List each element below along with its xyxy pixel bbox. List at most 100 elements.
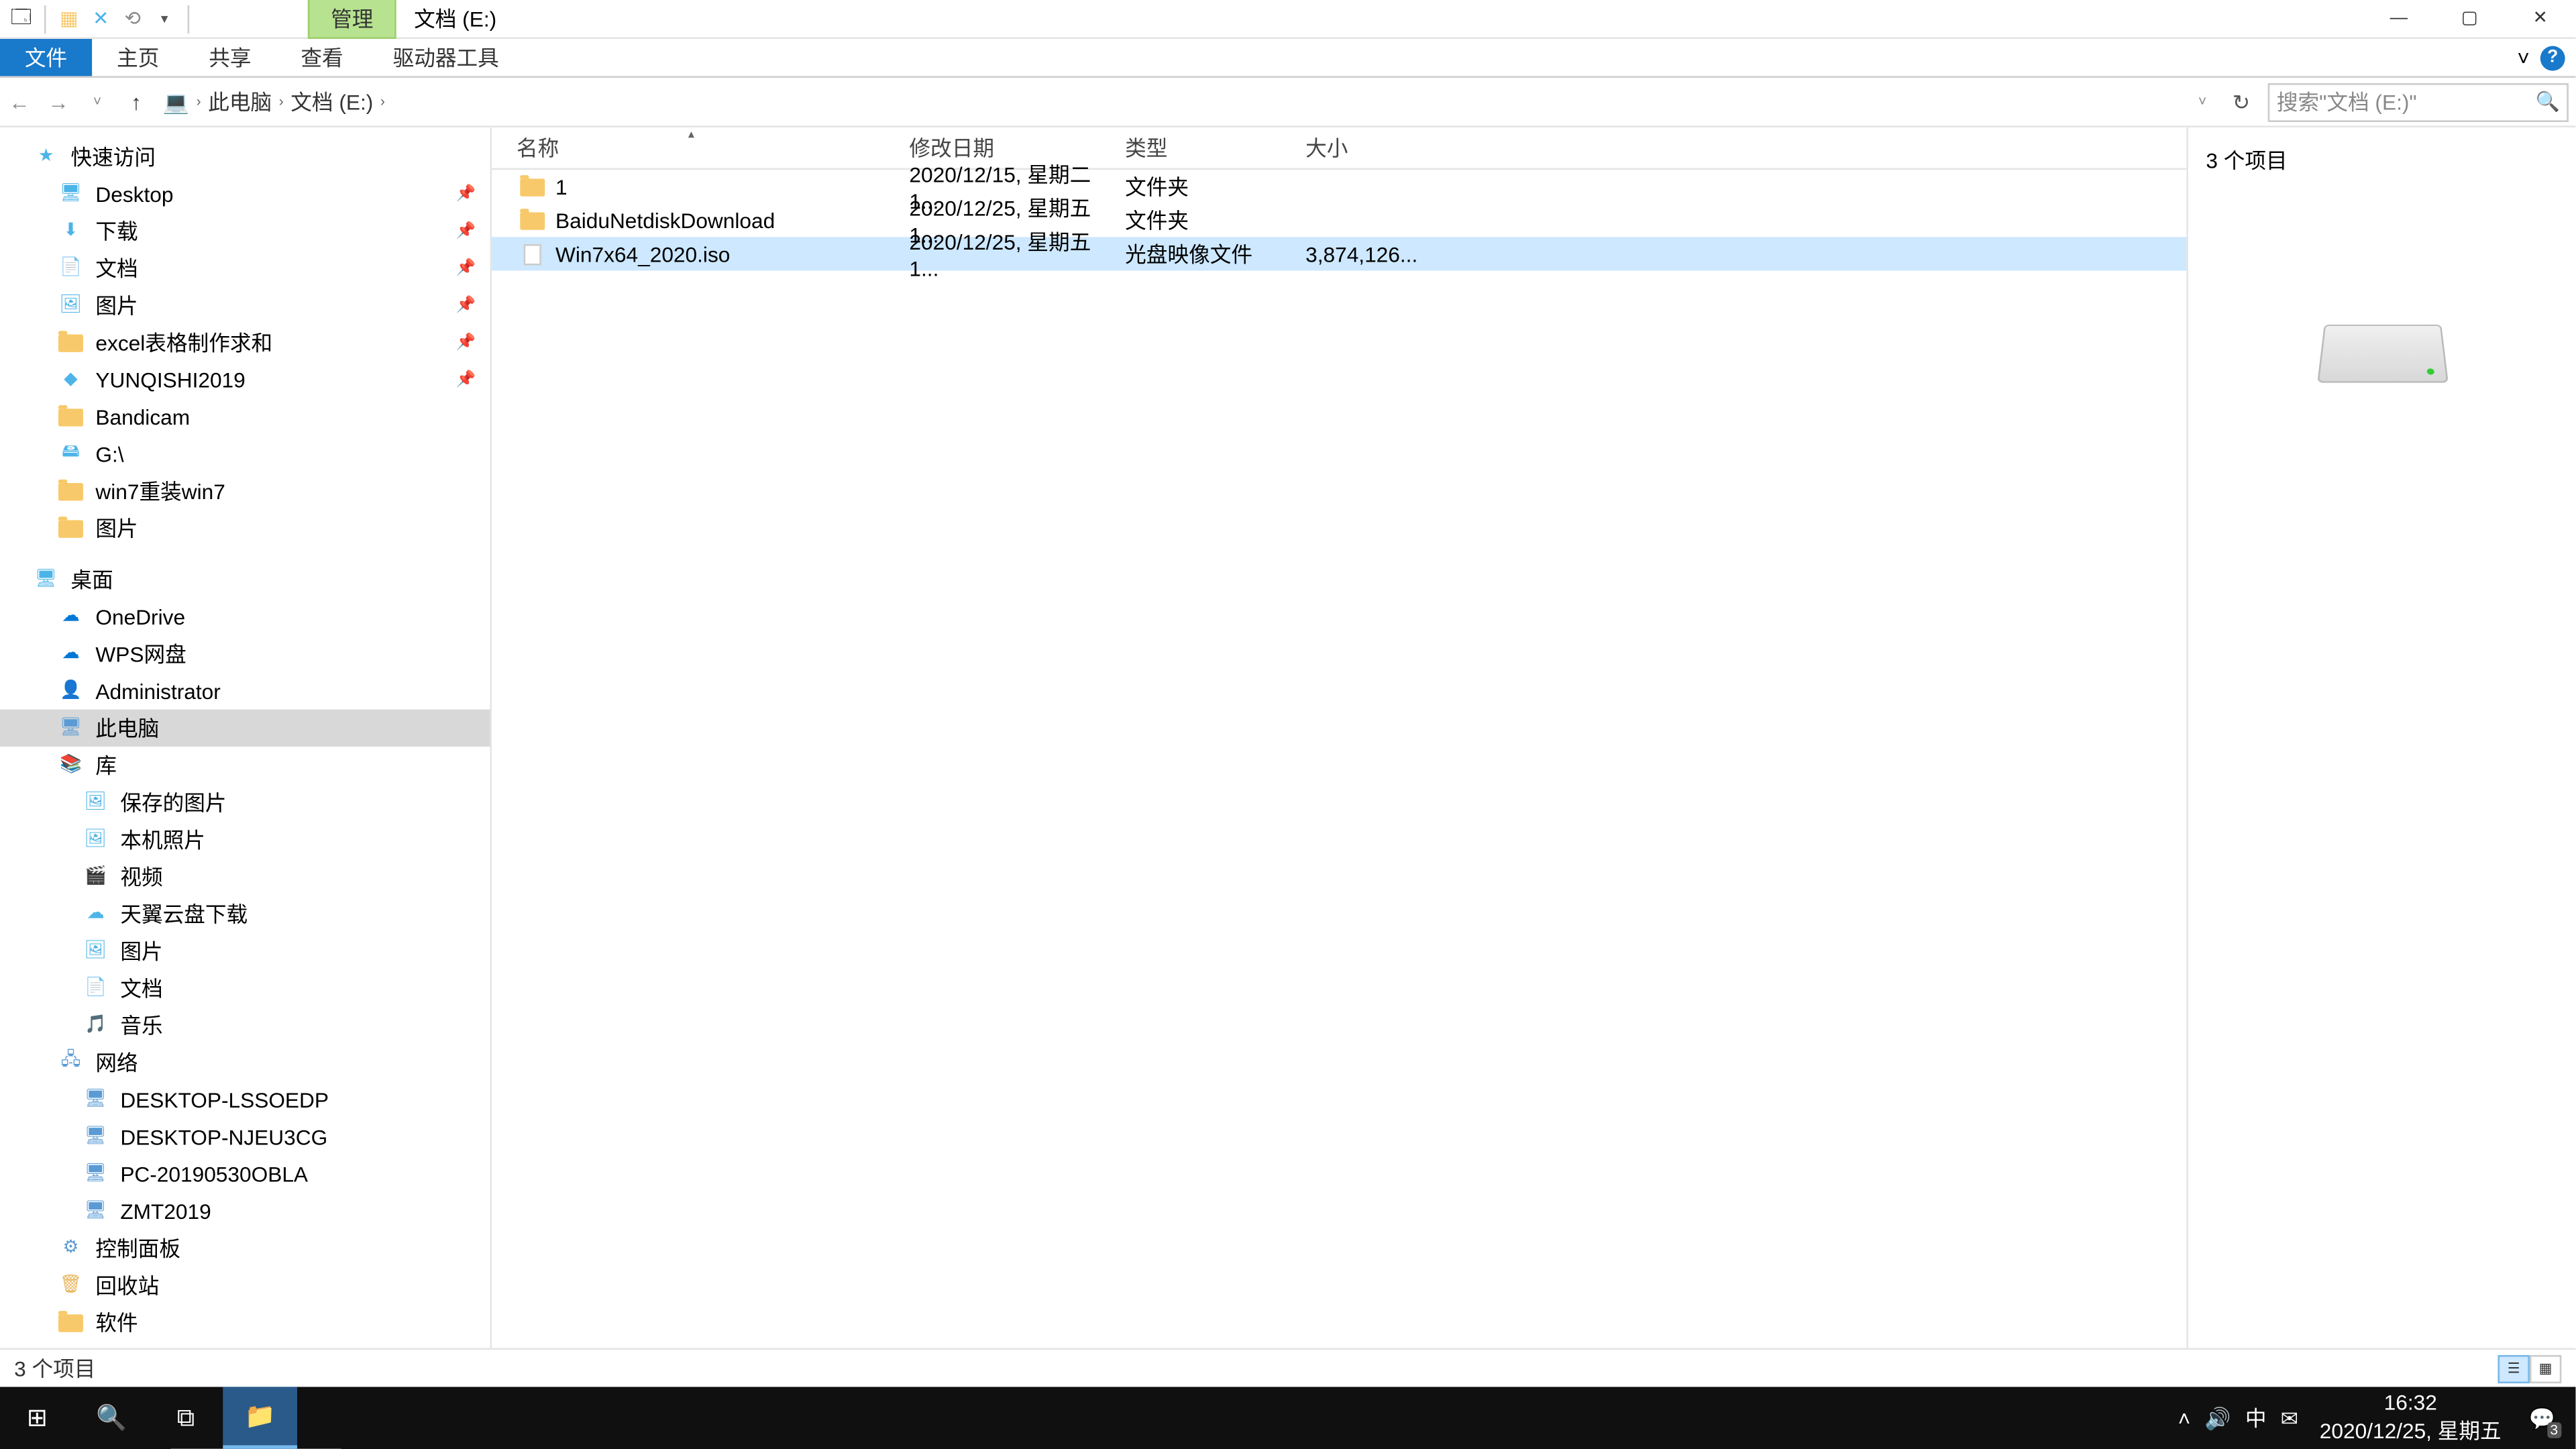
notifications-button[interactable]: 💬 3 — [2522, 1399, 2561, 1438]
taskbar-explorer-button[interactable]: 📁 — [223, 1387, 297, 1448]
file-row[interactable]: Win7x64_2020.iso 2020/12/25, 星期五 1... 光盘… — [492, 237, 2186, 270]
column-header-name[interactable]: 名称▴ — [492, 133, 884, 163]
column-header-size[interactable]: 大小 — [1281, 133, 1390, 163]
tab-home[interactable]: 主页 — [92, 39, 184, 76]
nav-software[interactable]: 软件 — [0, 1303, 490, 1340]
nav-documents2[interactable]: 📄文档 — [0, 969, 490, 1006]
qat-dropdown-icon[interactable]: ▾ — [150, 5, 178, 33]
task-view-button[interactable]: ⧉ — [149, 1387, 223, 1448]
history-dropdown-button[interactable]: ˅ — [2183, 83, 2222, 121]
refresh-button[interactable]: ↻ — [2222, 83, 2261, 121]
nav-bandicam[interactable]: Bandicam — [0, 398, 490, 435]
chevron-right-icon[interactable]: › — [279, 94, 284, 110]
pc-icon: 💻 — [163, 89, 189, 114]
search-icon[interactable]: 🔍 — [2536, 90, 2560, 113]
nav-library[interactable]: 📚库 — [0, 747, 490, 784]
maximize-button[interactable]: ▢ — [2434, 0, 2505, 38]
view-icons-button[interactable]: ▦ — [2530, 1354, 2561, 1383]
nav-control-panel[interactable]: ⚙控制面板 — [0, 1230, 490, 1267]
file-type: 文件夹 — [1100, 172, 1281, 202]
nav-label: ZMT2019 — [120, 1199, 211, 1224]
up-button[interactable]: ↑ — [117, 83, 156, 121]
chevron-right-icon[interactable]: › — [380, 94, 385, 110]
nav-saved-pics[interactable]: 🖼保存的图片 — [0, 784, 490, 820]
pin-icon: 📌 — [456, 295, 476, 315]
nav-network[interactable]: 🖧网络 — [0, 1044, 490, 1081]
column-header-type[interactable]: 类型 — [1100, 133, 1281, 163]
new-folder-icon[interactable]: ✕ — [87, 5, 115, 33]
file-name: BaiduNetdiskDownload — [555, 208, 775, 233]
nav-recycle[interactable]: 🗑回收站 — [0, 1267, 490, 1303]
nav-admin[interactable]: 👤Administrator — [0, 672, 490, 709]
nav-label: 文档 — [120, 973, 162, 1003]
nav-gdrive[interactable]: 🖴G:\ — [0, 435, 490, 472]
nav-pc4[interactable]: 🖥ZMT2019 — [0, 1192, 490, 1229]
nav-pictures[interactable]: 🖼图片📌 — [0, 286, 490, 323]
recent-locations-button[interactable]: ˅ — [78, 83, 117, 121]
drive-icon — [2316, 325, 2448, 383]
title-bar: 🗔 ▦ ✕ ⟲ ▾ 管理 文档 (E:) — ▢ ✕ — [0, 0, 2575, 39]
nav-documents[interactable]: 📄文档📌 — [0, 250, 490, 286]
nav-quick-access[interactable]: ★快速访问 — [0, 138, 490, 175]
search-input[interactable]: 搜索"文档 (E:)" 🔍 — [2268, 83, 2569, 121]
wps-icon: ☁ — [56, 641, 85, 666]
tray-overflow-icon[interactable]: ˄ — [2178, 1405, 2191, 1430]
help-icon[interactable]: ? — [2540, 45, 2565, 70]
preview-pane: 3 个项目 — [2186, 127, 2575, 1348]
search-button[interactable]: 🔍 — [74, 1387, 149, 1448]
nav-label: G:\ — [95, 441, 123, 466]
tab-file[interactable]: 文件 — [0, 39, 92, 76]
ime-icon[interactable]: 中 — [2245, 1403, 2267, 1433]
clock[interactable]: 16:32 2020/12/25, 星期五 — [2312, 1390, 2508, 1445]
library-icon: 📚 — [56, 753, 85, 777]
minimize-button[interactable]: — — [2363, 0, 2434, 38]
tab-view[interactable]: 查看 — [276, 39, 368, 76]
nav-tianyi[interactable]: ☁天翼云盘下载 — [0, 895, 490, 932]
nav-pictures2[interactable]: 图片 — [0, 509, 490, 546]
nav-label: 控制面板 — [95, 1233, 180, 1263]
nav-downloads[interactable]: ⬇下载📌 — [0, 212, 490, 249]
nav-label: 音乐 — [120, 1010, 162, 1040]
forward-button[interactable]: → — [39, 83, 78, 121]
nav-desktop[interactable]: 🖥Desktop📌 — [0, 175, 490, 212]
start-button[interactable]: ⊞ — [0, 1387, 74, 1448]
nav-this-pc[interactable]: 🖥此电脑 — [0, 709, 490, 746]
nav-onedrive[interactable]: ☁OneDrive — [0, 598, 490, 635]
nav-label: 回收站 — [95, 1270, 159, 1300]
volume-icon[interactable]: 🔊 — [2204, 1405, 2231, 1430]
nav-pictures3[interactable]: 🖼图片 — [0, 932, 490, 969]
view-details-button[interactable]: ☰ — [2498, 1354, 2529, 1383]
nav-label: 图片 — [95, 513, 138, 543]
chevron-right-icon[interactable]: › — [197, 94, 201, 110]
app-icon: 🗔 — [7, 5, 36, 33]
nav-wps[interactable]: ☁WPS网盘 — [0, 635, 490, 672]
nav-videos[interactable]: 🎬视频 — [0, 858, 490, 895]
breadcrumb-segment-pc[interactable]: 此电脑 — [208, 87, 272, 117]
column-header-date[interactable]: 修改日期 — [885, 133, 1101, 163]
breadcrumb-segment-drive[interactable]: 文档 (E:) — [290, 87, 373, 117]
back-button[interactable]: ← — [0, 83, 39, 121]
separator — [44, 5, 46, 33]
undo-icon[interactable]: ⟲ — [119, 5, 147, 33]
tab-drive-tools[interactable]: 驱动器工具 — [368, 39, 524, 76]
nav-desktop2[interactable]: 🖥桌面 — [0, 561, 490, 598]
tab-share[interactable]: 共享 — [184, 39, 276, 76]
nav-excel[interactable]: excel表格制作求和📌 — [0, 324, 490, 361]
file-row[interactable]: BaiduNetdiskDownload 2020/12/25, 星期五 1..… — [492, 203, 2186, 237]
mail-icon[interactable]: ✉ — [2281, 1405, 2299, 1430]
download-icon: ⬇ — [56, 219, 85, 244]
nav-yunqishi[interactable]: ◆YUNQISHI2019📌 — [0, 361, 490, 398]
nav-local-photos[interactable]: 🖼本机照片 — [0, 821, 490, 858]
nav-pc2[interactable]: 🖥DESKTOP-NJEU3CG — [0, 1118, 490, 1155]
nav-files[interactable]: 文件 — [0, 1341, 490, 1348]
expand-ribbon-icon[interactable]: ˅ — [2517, 45, 2530, 70]
file-row[interactable]: 1 2020/12/15, 星期二 1... 文件夹 — [492, 170, 2186, 203]
nav-pc1[interactable]: 🖥DESKTOP-LSSOEDP — [0, 1081, 490, 1118]
breadcrumb[interactable]: 💻 › 此电脑 › 文档 (E:) › — [156, 87, 2183, 117]
properties-icon[interactable]: ▦ — [55, 5, 83, 33]
nav-win7[interactable]: win7重装win7 — [0, 472, 490, 509]
context-tab-manage[interactable]: 管理 — [308, 0, 396, 39]
nav-pc3[interactable]: 🖥PC-20190530OBLA — [0, 1155, 490, 1192]
nav-music[interactable]: 🎵音乐 — [0, 1006, 490, 1043]
close-button[interactable]: ✕ — [2505, 0, 2575, 38]
